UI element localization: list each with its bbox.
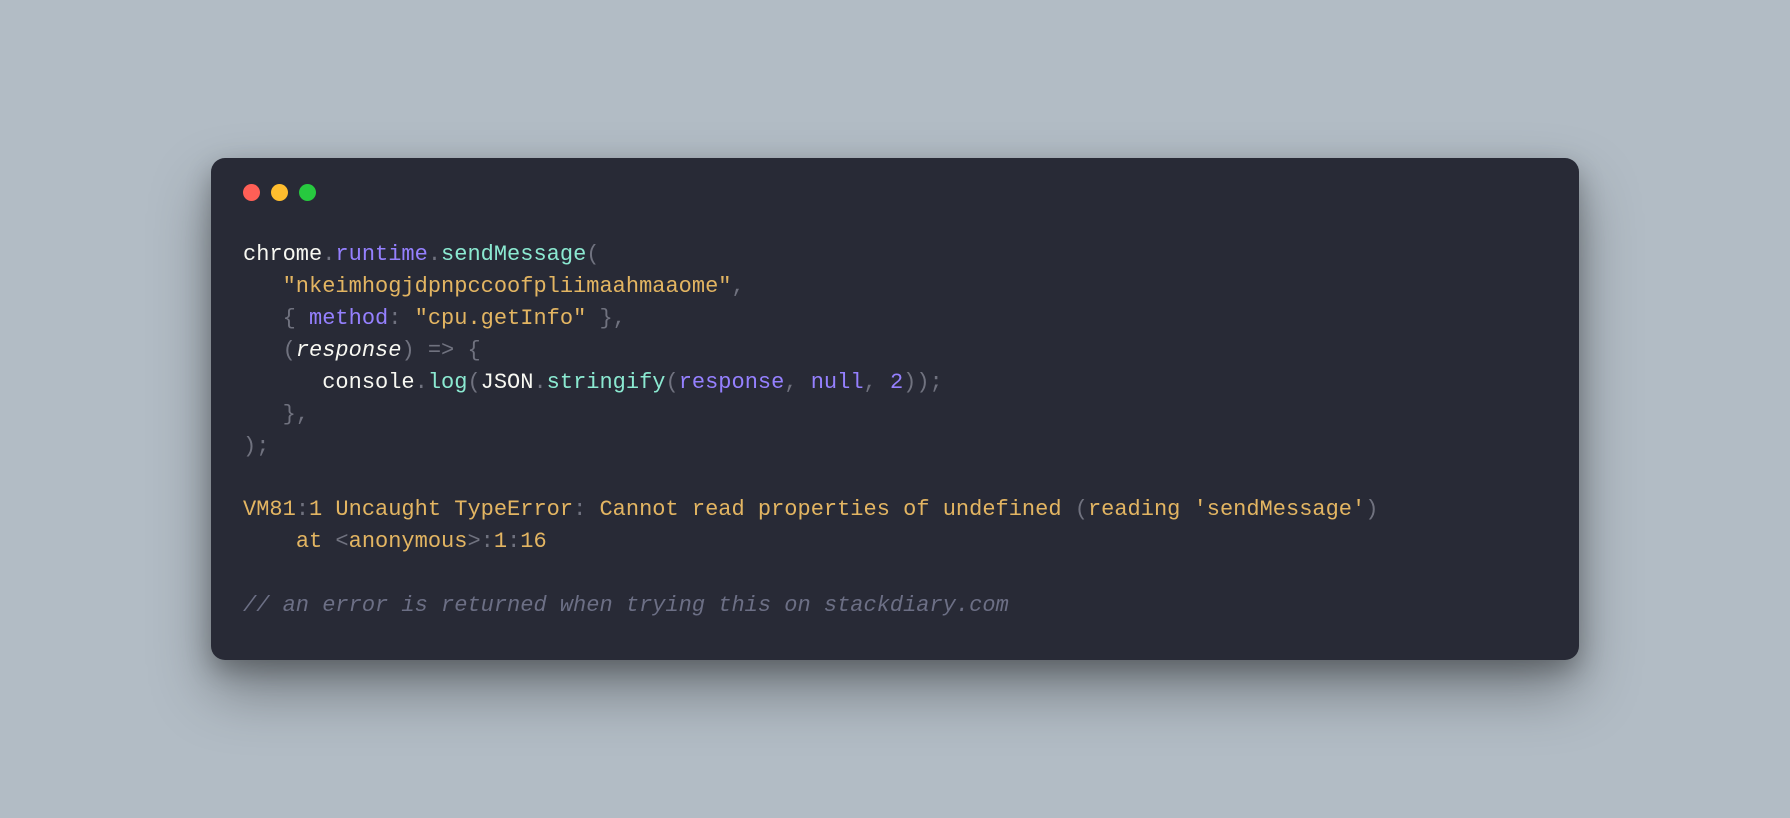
token-key: method: [296, 306, 388, 331]
indent: [243, 370, 322, 395]
indent: [243, 306, 283, 331]
token-error: 1: [494, 529, 507, 554]
token-punc: }: [283, 402, 296, 427]
token-punc: (: [283, 338, 296, 363]
token-error: reading: [1088, 497, 1194, 522]
token-call: sendMessage: [441, 242, 586, 267]
token-param: response: [296, 338, 402, 363]
indent: [243, 402, 283, 427]
token-prop: runtime: [335, 242, 427, 267]
token-string: 'sendMessage': [1194, 497, 1366, 522]
token-comment: // an error is returned when trying this…: [243, 593, 1009, 618]
maximize-icon[interactable]: [299, 184, 316, 201]
token-punc: :: [481, 529, 494, 554]
token-null: null: [811, 370, 864, 395]
token-punc: (: [467, 370, 480, 395]
space: [877, 370, 890, 395]
token-punc: ): [401, 338, 414, 363]
token-punc: ,: [613, 306, 626, 331]
indent: [243, 338, 283, 363]
token-punc: ,: [864, 370, 877, 395]
token-punc: .: [415, 370, 428, 395]
token-punc: ,: [784, 370, 797, 395]
token-punc: >: [467, 529, 480, 554]
token-punc: <: [335, 529, 348, 554]
token-punc: ): [1365, 497, 1378, 522]
token-punc: .: [533, 370, 546, 395]
token-error: Cannot read properties of undefined: [586, 497, 1074, 522]
terminal-window: chrome.runtime.sendMessage( "nkeimhogjdp…: [211, 158, 1579, 660]
token-punc: :: [507, 529, 520, 554]
token-punc: ,: [731, 274, 744, 299]
space: [798, 370, 811, 395]
space: [401, 306, 414, 331]
code-block: chrome.runtime.sendMessage( "nkeimhogjdp…: [243, 239, 1547, 622]
token-punc: .: [428, 242, 441, 267]
token-error: anonymous: [349, 529, 468, 554]
token-error: Uncaught TypeError: [322, 497, 573, 522]
token-punc: {: [283, 306, 296, 331]
token-string: "cpu.getInfo": [415, 306, 587, 331]
token-punc: (: [666, 370, 679, 395]
token-ident: chrome: [243, 242, 322, 267]
token-call: stringify: [547, 370, 666, 395]
token-call: log: [428, 370, 468, 395]
token-punc: :: [573, 497, 586, 522]
token-arrow: =>: [428, 338, 454, 363]
window-titlebar: [243, 184, 1547, 201]
token-punc: }: [586, 306, 612, 331]
token-punc: ,: [296, 402, 309, 427]
token-ident: console: [322, 370, 414, 395]
token-punc: {: [467, 338, 480, 363]
space: [415, 338, 428, 363]
close-icon[interactable]: [243, 184, 260, 201]
token-error: VM81: [243, 497, 296, 522]
token-number: 2: [890, 370, 903, 395]
minimize-icon[interactable]: [271, 184, 288, 201]
indent: [243, 274, 283, 299]
token-punc: ));: [903, 370, 943, 395]
indent: [243, 529, 296, 554]
token-ident: response: [679, 370, 785, 395]
space: [454, 338, 467, 363]
token-punc: (: [1075, 497, 1088, 522]
token-error: 1: [309, 497, 322, 522]
token-error: 16: [520, 529, 546, 554]
token-string: "nkeimhogjdpnpccoofpliimaahmaaome": [283, 274, 732, 299]
token-error: at: [296, 529, 336, 554]
token-punc: :: [388, 306, 401, 331]
token-punc: :: [296, 497, 309, 522]
token-punc: (: [586, 242, 599, 267]
token-punc: .: [322, 242, 335, 267]
token-punc: );: [243, 434, 269, 459]
token-ident: JSON: [481, 370, 534, 395]
